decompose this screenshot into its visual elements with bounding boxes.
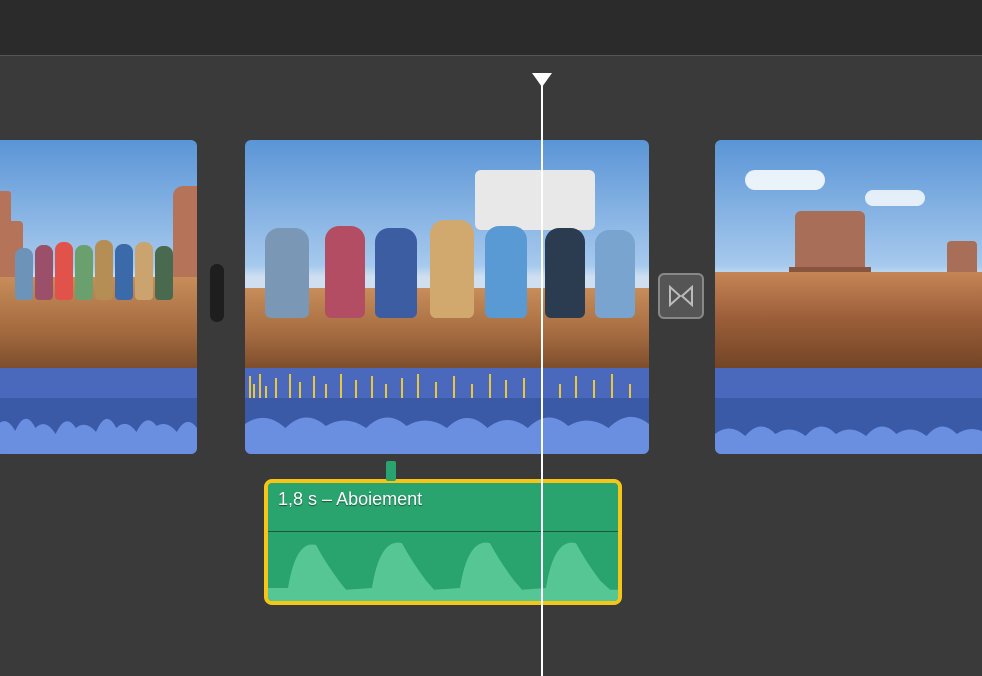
audio-anchor-handle[interactable] <box>386 461 396 481</box>
waveform-icon <box>268 532 618 601</box>
playhead-marker-icon <box>532 73 552 87</box>
clip-audio-track[interactable] <box>245 368 649 454</box>
label-separator: – <box>322 489 332 509</box>
clip-audio-track[interactable] <box>0 368 197 454</box>
audio-clip-label: 1,8 s – Aboiement <box>278 489 422 510</box>
waveform-icon <box>245 398 649 454</box>
audio-name: Aboiement <box>336 489 422 509</box>
clip-thumbnail <box>715 140 982 368</box>
playhead[interactable] <box>541 74 543 676</box>
clip-thumbnail <box>0 140 197 368</box>
video-clip-1[interactable] <box>0 140 197 454</box>
waveform-icon <box>715 398 982 454</box>
transition-button[interactable] <box>658 273 704 319</box>
clip-thumbnail <box>245 140 649 368</box>
video-clip-3[interactable] <box>715 140 982 454</box>
sound-effect-clip[interactable]: 1,8 s – Aboiement <box>264 479 622 605</box>
waveform-icon <box>0 398 197 454</box>
video-clip-2[interactable] <box>245 140 649 454</box>
timeline[interactable]: 1,8 s – Aboiement <box>0 56 982 676</box>
transition-icon <box>667 282 695 310</box>
toolbar-area <box>0 0 982 56</box>
clip-audio-track[interactable] <box>715 368 982 454</box>
audio-duration: 1,8 s <box>278 489 317 509</box>
trim-handle[interactable] <box>210 264 224 322</box>
